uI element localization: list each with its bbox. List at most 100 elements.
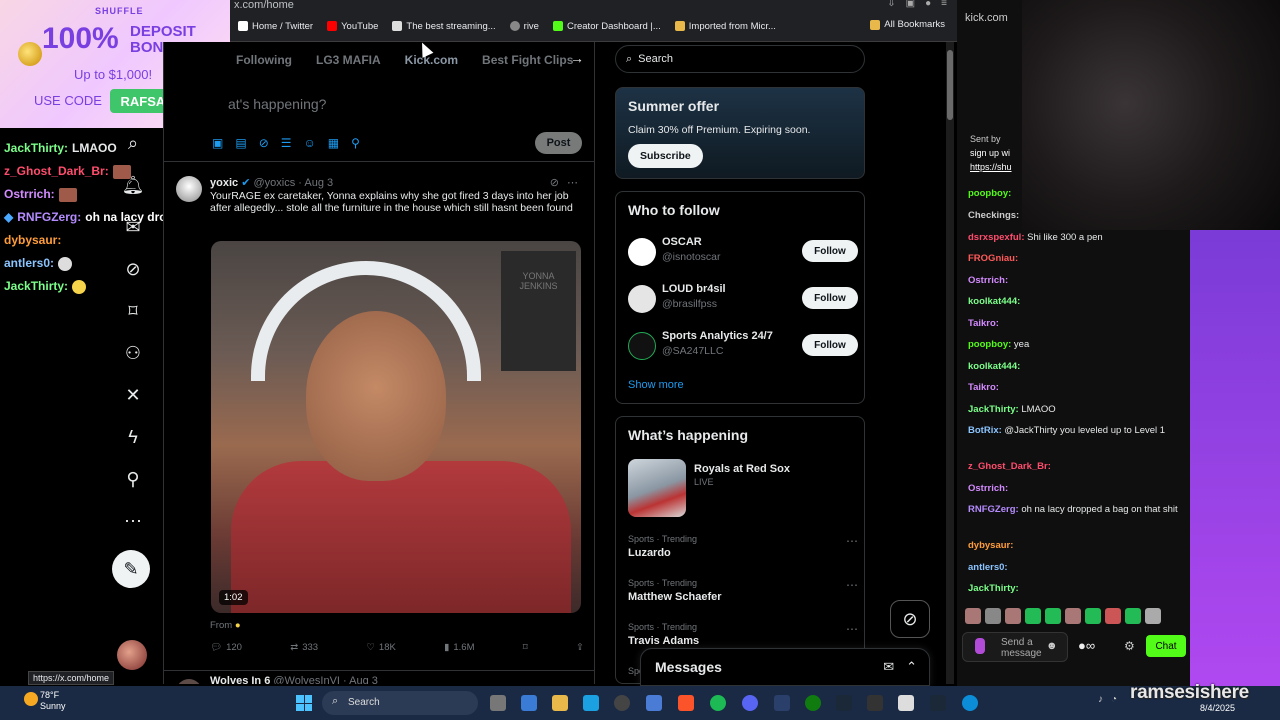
- app-icon[interactable]: [867, 695, 883, 711]
- microphone-icon[interactable]: [975, 638, 985, 654]
- account-avatar[interactable]: [117, 640, 147, 670]
- emote-icon[interactable]: [985, 608, 1001, 624]
- copilot-icon[interactable]: [521, 695, 537, 711]
- more-icon[interactable]: ⋯: [846, 534, 858, 548]
- emote-icon[interactable]: [1065, 608, 1081, 624]
- grok-icon[interactable]: ⊘: [259, 136, 269, 150]
- l-app-icon[interactable]: [774, 695, 790, 711]
- avatar[interactable]: [176, 176, 202, 202]
- search-input[interactable]: ⌕ Search: [615, 45, 865, 73]
- communities-icon[interactable]: ⚇: [100, 338, 166, 368]
- download-icon[interactable]: ⇩: [887, 0, 895, 9]
- brave-icon[interactable]: [678, 695, 694, 711]
- more-icon[interactable]: ⋯: [567, 176, 578, 189]
- follow-suggestion[interactable]: OSCAR @isnotoscar Follow: [628, 236, 858, 272]
- post-button[interactable]: Post: [535, 132, 582, 154]
- bookmark-button[interactable]: ⌑: [523, 642, 528, 653]
- bookmark-imported[interactable]: Imported from Micr...: [674, 21, 776, 32]
- show-more-link[interactable]: Show more: [628, 379, 684, 391]
- verified-orgs-icon[interactable]: ϟ: [100, 422, 166, 452]
- chat-user[interactable]: antlers0:: [968, 562, 1008, 573]
- grok-icon[interactable]: ⊘: [550, 176, 559, 189]
- more-icon[interactable]: ⋯: [846, 578, 858, 592]
- visual-studio-icon[interactable]: [646, 695, 662, 711]
- bookmark-youtube[interactable]: YouTube: [327, 21, 378, 32]
- discord-icon[interactable]: [742, 695, 758, 711]
- task-view-icon[interactable]: [490, 695, 506, 711]
- pinned-link[interactable]: https://shu: [970, 160, 1030, 174]
- search-icon[interactable]: ⌕: [100, 128, 166, 158]
- emote-icon[interactable]: [1125, 608, 1141, 624]
- follow-suggestion[interactable]: Sports Analytics 24/7 @SA247LLC Follow: [628, 330, 858, 366]
- store-icon[interactable]: [583, 695, 599, 711]
- chat-user[interactable]: JackThirty:: [968, 404, 1019, 415]
- profile-icon[interactable]: ●: [925, 0, 931, 9]
- messages-icon[interactable]: ✉: [100, 212, 166, 242]
- spotify-icon[interactable]: [710, 695, 726, 711]
- emoji-icon[interactable]: ☻: [1046, 640, 1058, 652]
- composer-input[interactable]: at's happening?: [228, 96, 326, 112]
- chat-user[interactable]: dybysaur:: [968, 540, 1013, 551]
- bookmark-rive[interactable]: rive: [509, 21, 539, 32]
- weather-widget[interactable]: 78°F Sunny: [24, 690, 66, 712]
- chat-user[interactable]: JackThirty:: [968, 583, 1019, 594]
- emote-icon[interactable]: [1105, 608, 1121, 624]
- xbox-icon[interactable]: [805, 695, 821, 711]
- steam-icon[interactable]: [836, 695, 852, 711]
- views-button[interactable]: ▮ 1.6M: [444, 642, 474, 653]
- chat-user[interactable]: poopboy:: [968, 339, 1011, 350]
- chat-user[interactable]: Taikro:: [968, 318, 999, 329]
- emote-icon[interactable]: [1005, 608, 1021, 624]
- emoji-icon[interactable]: ☺: [304, 136, 316, 150]
- like-button[interactable]: ♡ 18K: [366, 642, 395, 653]
- page-scrollbar[interactable]: [946, 42, 954, 684]
- edge-icon[interactable]: [962, 695, 978, 711]
- reply-button[interactable]: 💬︎ 120: [210, 642, 242, 653]
- tweet[interactable]: Wolves In 6 @WolvesInVI · Aug 3: [164, 670, 594, 684]
- chat-user[interactable]: RNFGZerg:: [968, 504, 1019, 515]
- bookmark-streaming[interactable]: The best streaming...: [392, 21, 496, 32]
- more-icon[interactable]: ⋯: [100, 506, 166, 536]
- image-icon[interactable]: ▣: [212, 136, 223, 150]
- tweet-date[interactable]: Aug 3: [349, 675, 378, 684]
- taskbar-search[interactable]: ⌕ Search: [322, 691, 478, 715]
- chrome-icon[interactable]: [614, 695, 630, 711]
- chat-user[interactable]: z_Ghost_Dark_Br:: [968, 461, 1051, 472]
- avatar[interactable]: [628, 238, 656, 266]
- follow-button[interactable]: Follow: [802, 287, 858, 309]
- profile-icon[interactable]: ⚲: [100, 464, 166, 494]
- emote-icon[interactable]: [1045, 608, 1061, 624]
- emote-icon[interactable]: [965, 608, 981, 624]
- bookmarks-icon[interactable]: ⌑: [100, 296, 166, 326]
- mic-icon[interactable]: ♪: [1098, 694, 1103, 705]
- network-icon[interactable]: ◔: [1111, 694, 1117, 705]
- tweet-handle[interactable]: @WolvesInVI: [273, 675, 340, 684]
- taskbar-date[interactable]: 8/4/2025: [1200, 703, 1235, 713]
- menu-icon[interactable]: ≡: [941, 0, 947, 9]
- trend-item[interactable]: Sports · Trending Luzardo ⋯: [628, 534, 858, 570]
- tweet[interactable]: yoxic ✔ @yoxics · Aug 3 ⊘ ⋯ YourRAGE ex …: [164, 164, 594, 670]
- expand-icon[interactable]: ⌃: [906, 659, 917, 675]
- tweet-author[interactable]: yoxic: [210, 177, 238, 189]
- address-bar[interactable]: x.com/home: [230, 0, 957, 12]
- schedule-icon[interactable]: ▦: [328, 136, 339, 150]
- more-options-icon[interactable]: ●∞: [1078, 638, 1095, 653]
- emote-icon[interactable]: [1025, 608, 1041, 624]
- tab-best-fight-clips[interactable]: Best Fight Clips: [482, 49, 573, 71]
- location-icon[interactable]: ⚲: [351, 136, 360, 150]
- chat-user[interactable]: koolkat444:: [968, 296, 1020, 307]
- chat-user[interactable]: Ostrrich:: [968, 483, 1008, 494]
- subscribe-button[interactable]: Subscribe: [628, 144, 703, 168]
- live-event[interactable]: Royals at Red Sox LIVE: [628, 459, 858, 519]
- arrow-right-icon[interactable]: →: [570, 50, 584, 66]
- follow-button[interactable]: Follow: [802, 240, 858, 262]
- avatar[interactable]: [628, 332, 656, 360]
- grok-button[interactable]: ⊘: [890, 600, 930, 638]
- messages-drawer[interactable]: Messages ✉ ⌃: [640, 648, 930, 686]
- chat-user[interactable]: dsrxspexful:: [968, 232, 1025, 243]
- tab-following[interactable]: Following: [236, 49, 292, 71]
- premium-x-icon[interactable]: ✕: [100, 380, 166, 410]
- kick-tab[interactable]: kick.com: [965, 12, 1008, 24]
- notepad-icon[interactable]: [898, 695, 914, 711]
- extension-icon[interactable]: ▣: [906, 0, 915, 9]
